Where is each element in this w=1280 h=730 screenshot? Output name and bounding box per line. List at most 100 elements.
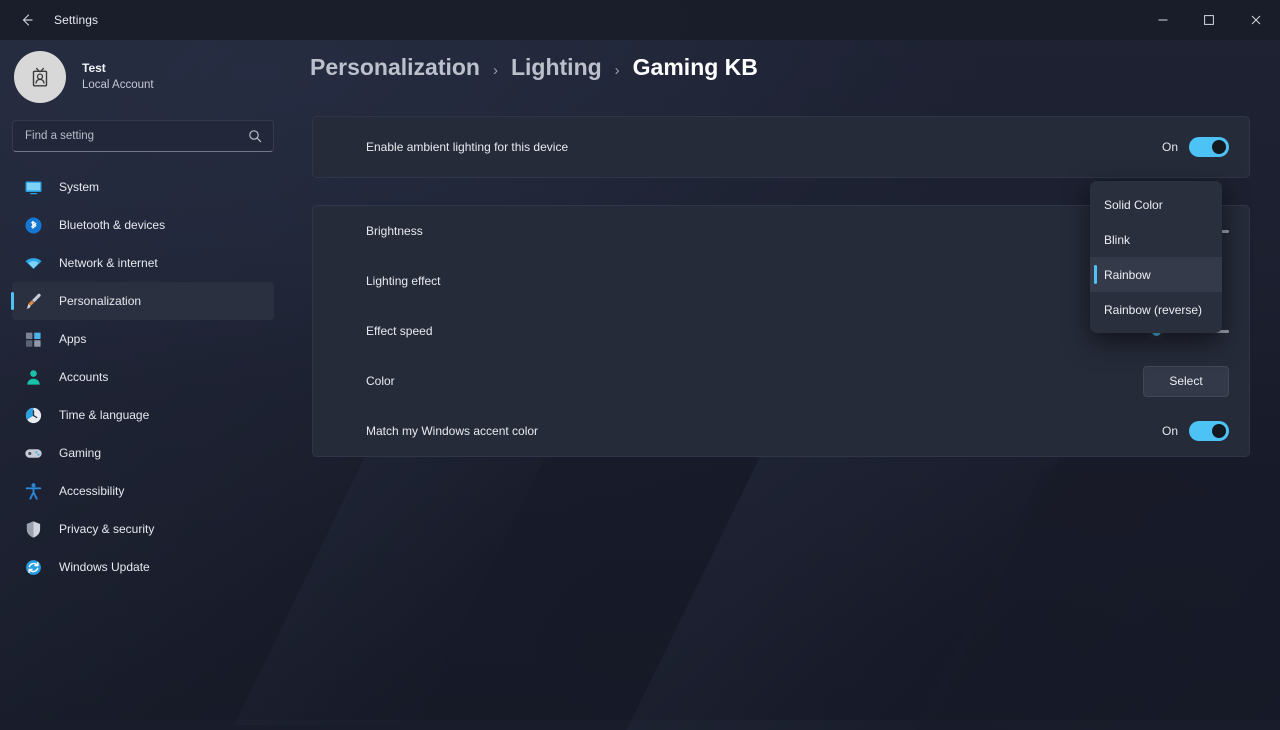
breadcrumb-separator-icon: › bbox=[615, 62, 620, 79]
bluetooth-icon bbox=[24, 216, 43, 235]
toggle-switch[interactable] bbox=[1189, 421, 1229, 441]
dropdown-option-rainbow[interactable]: Rainbow bbox=[1090, 257, 1222, 292]
maximize-button[interactable] bbox=[1186, 0, 1232, 40]
search-icon bbox=[248, 129, 262, 148]
enable-ambient-lighting-toggle[interactable]: On bbox=[1162, 137, 1229, 157]
avatar bbox=[14, 51, 66, 103]
sidebar: Test Local Account Find a setting System… bbox=[0, 40, 290, 720]
sidebar-item-system[interactable]: System bbox=[12, 168, 274, 206]
sidebar-item-accessibility[interactable]: Accessibility bbox=[12, 472, 274, 510]
toggle-state-label: On bbox=[1162, 140, 1178, 154]
close-button[interactable] bbox=[1232, 0, 1280, 40]
gamepad-icon bbox=[20, 442, 46, 464]
search-input[interactable]: Find a setting bbox=[12, 120, 274, 152]
display-icon bbox=[20, 176, 46, 198]
sidebar-item-label: Accessibility bbox=[59, 484, 124, 498]
sidebar-item-label: Windows Update bbox=[59, 560, 150, 574]
window-title: Settings bbox=[54, 13, 98, 27]
accessibility-icon bbox=[20, 480, 46, 502]
dropdown-option-solid-color[interactable]: Solid Color bbox=[1090, 187, 1222, 222]
account-type: Local Account bbox=[82, 78, 154, 92]
person-icon bbox=[24, 368, 43, 387]
maximize-icon bbox=[1203, 14, 1215, 26]
accessibility-icon bbox=[24, 482, 43, 501]
enable-ambient-lighting-row: Enable ambient lighting for this device … bbox=[313, 117, 1249, 177]
sidebar-item-windows-update[interactable]: Windows Update bbox=[12, 548, 274, 586]
color-row: Color Select bbox=[313, 356, 1249, 406]
search-placeholder: Find a setting bbox=[25, 130, 94, 142]
enable-ambient-lighting-control: On bbox=[1162, 137, 1229, 157]
bluetooth-icon bbox=[20, 214, 46, 236]
accent-match-toggle[interactable]: On bbox=[1162, 421, 1229, 441]
account-name: Test bbox=[82, 61, 154, 76]
update-icon bbox=[20, 556, 46, 578]
accent-match-row: Match my Windows accent color On bbox=[313, 406, 1249, 456]
apps-icon bbox=[24, 330, 43, 349]
lighting-effect-dropdown-menu[interactable]: Solid ColorBlinkRainbowRainbow (reverse) bbox=[1090, 181, 1222, 333]
dropdown-option-blink[interactable]: Blink bbox=[1090, 222, 1222, 257]
sidebar-item-network-internet[interactable]: Network & internet bbox=[12, 244, 274, 282]
select-color-button[interactable]: Select bbox=[1143, 366, 1229, 397]
apps-icon bbox=[20, 328, 46, 350]
wifi-icon bbox=[20, 252, 46, 274]
toggle-switch[interactable] bbox=[1189, 137, 1229, 157]
enable-ambient-lighting-card: Enable ambient lighting for this device … bbox=[312, 116, 1250, 178]
sidebar-item-gaming[interactable]: Gaming bbox=[12, 434, 274, 472]
gamepad-icon bbox=[24, 444, 43, 463]
sidebar-item-label: Apps bbox=[59, 332, 86, 346]
accent-match-control: On bbox=[1162, 421, 1229, 441]
sidebar-item-label: Accounts bbox=[59, 370, 108, 384]
sidebar-item-apps[interactable]: Apps bbox=[12, 320, 274, 358]
back-arrow-icon bbox=[19, 12, 35, 28]
sidebar-item-label: Network & internet bbox=[59, 256, 158, 270]
shield-icon bbox=[24, 520, 43, 539]
toggle-knob bbox=[1212, 424, 1226, 438]
breadcrumb-item-current: Gaming KB bbox=[633, 54, 758, 81]
toggle-knob bbox=[1212, 140, 1226, 154]
back-button[interactable] bbox=[6, 4, 48, 36]
accent-match-label: Match my Windows accent color bbox=[366, 424, 538, 438]
toggle-state-label: On bbox=[1162, 424, 1178, 438]
breadcrumb-item-personalization[interactable]: Personalization bbox=[310, 54, 480, 81]
sidebar-item-label: Gaming bbox=[59, 446, 101, 460]
breadcrumb-separator-icon: › bbox=[493, 62, 498, 79]
sidebar-item-label: Bluetooth & devices bbox=[59, 218, 165, 232]
window-controls bbox=[1140, 0, 1280, 40]
sidebar-item-label: Personalization bbox=[59, 294, 141, 308]
user-badge-icon bbox=[25, 62, 55, 92]
paintbrush-icon bbox=[24, 292, 43, 311]
color-label: Color bbox=[366, 374, 395, 388]
clock-icon bbox=[24, 406, 43, 425]
title-bar: Settings bbox=[0, 0, 1280, 40]
wifi-icon bbox=[24, 254, 43, 273]
breadcrumb: Personalization › Lighting › Gaming KB bbox=[310, 54, 1280, 81]
enable-ambient-lighting-label: Enable ambient lighting for this device bbox=[366, 140, 568, 154]
sidebar-item-label: System bbox=[59, 180, 99, 194]
effect-speed-label: Effect speed bbox=[366, 324, 433, 338]
sidebar-item-personalization[interactable]: Personalization bbox=[12, 282, 274, 320]
sidebar-item-accounts[interactable]: Accounts bbox=[12, 358, 274, 396]
minimize-button[interactable] bbox=[1140, 0, 1186, 40]
sidebar-item-bluetooth-devices[interactable]: Bluetooth & devices bbox=[12, 206, 274, 244]
breadcrumb-item-lighting[interactable]: Lighting bbox=[511, 54, 602, 81]
display-icon bbox=[24, 178, 43, 197]
sidebar-item-privacy-security[interactable]: Privacy & security bbox=[12, 510, 274, 548]
sidebar-item-label: Time & language bbox=[59, 408, 149, 422]
account-section[interactable]: Test Local Account bbox=[0, 40, 290, 102]
brightness-label: Brightness bbox=[366, 224, 423, 238]
dropdown-option-rainbow-reverse[interactable]: Rainbow (reverse) bbox=[1090, 292, 1222, 327]
account-text: Test Local Account bbox=[82, 61, 154, 92]
paintbrush-icon bbox=[20, 290, 46, 312]
sidebar-nav: System Bluetooth & devices Network & inter… bbox=[0, 168, 290, 586]
main-content: Personalization › Lighting › Gaming KB E… bbox=[290, 40, 1280, 720]
sidebar-item-label: Privacy & security bbox=[59, 522, 154, 536]
color-control: Select bbox=[1143, 366, 1229, 397]
close-icon bbox=[1250, 14, 1262, 26]
person-icon bbox=[20, 366, 46, 388]
update-icon bbox=[24, 558, 43, 577]
clock-icon bbox=[20, 404, 46, 426]
shield-icon bbox=[20, 518, 46, 540]
lighting-effect-label: Lighting effect bbox=[366, 274, 441, 288]
minimize-icon bbox=[1157, 14, 1169, 26]
sidebar-item-time-language[interactable]: Time & language bbox=[12, 396, 274, 434]
